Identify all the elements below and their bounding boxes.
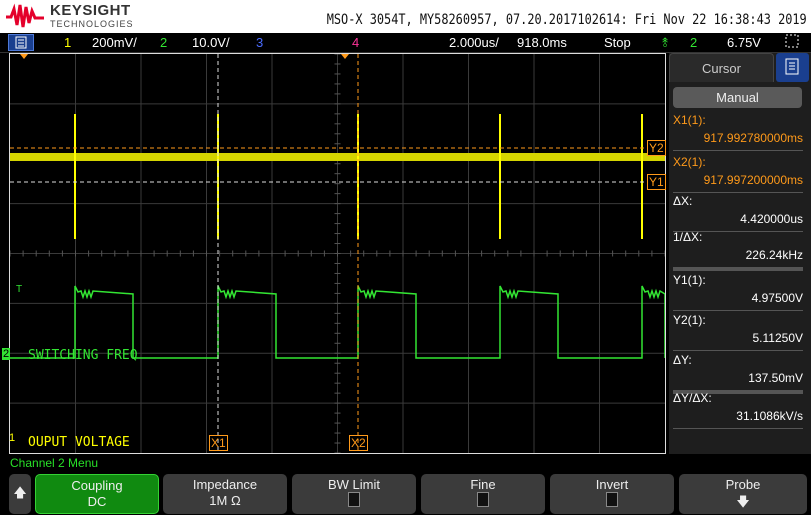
ch3-number[interactable]: 3 [256,35,263,50]
cursor-readout: X2(1): 917.997200000ms [673,155,803,193]
fine-checkbox[interactable] [477,492,489,507]
brand-sub: TECHNOLOGIES [50,19,134,29]
menu-icon [15,36,27,49]
y2-cursor-label[interactable]: Y2 [647,140,666,156]
status-bar: 1 200mV/ 2 10.0V/ 3 4 2.000us/ 918.0ms S… [0,33,811,53]
coupling-label: Coupling [71,478,123,493]
ch1-label: OUPUT VOLTAGE [28,435,130,450]
readout-value: 917.992780000ms [703,131,803,145]
tab-cursor-label: Cursor [701,61,741,76]
header: KEYSIGHT TECHNOLOGIES MSO-X 3054T, MY582… [0,0,811,33]
keysight-logo-icon [6,3,44,28]
cursor-readout: X1(1): 917.992780000ms [673,113,803,151]
trigger-source[interactable]: 2 [690,35,697,50]
readout-label: ΔY: [673,353,692,367]
fine-label: Fine [470,477,496,492]
trigger-level[interactable]: 6.75V [727,35,761,50]
readout-value: 4.97500V [751,291,803,305]
ch2-number[interactable]: 2 [160,35,167,50]
probe-label: Probe [725,477,761,492]
coupling-value: DC [87,494,107,509]
trigger-edge-icon: ⥉ [662,35,669,50]
menu-icon [785,58,799,75]
cursor-readout: 1/ΔX: 226.24kHz [673,230,803,271]
readout-value: 31.1086kV/s [736,409,803,423]
x2-cursor-label[interactable]: X2 [349,435,368,451]
delay[interactable]: 918.0ms [517,35,567,50]
readout-value: 4.420000us [740,212,803,226]
run-state[interactable]: Stop [604,35,631,50]
ch2-label: SWITCHING FREQ [28,348,138,363]
trigger-position-marker [20,54,28,59]
fine-softkey[interactable]: Fine [421,474,545,514]
impedance-label: Impedance [192,477,258,492]
probe-softkey[interactable]: Probe 🡇 [679,474,807,514]
cursor-readout: ΔY/ΔX: 31.1086kV/s [673,391,803,429]
time-reference-marker [341,54,349,59]
impedance-softkey[interactable]: Impedance 1M Ω [163,474,287,514]
coupling-softkey[interactable]: Coupling DC [35,474,159,514]
ch4-number[interactable]: 4 [352,35,359,50]
zoom-box-icon[interactable] [785,34,801,53]
cursor-readout: Y1(1): 4.97500V [673,273,803,311]
timebase[interactable]: 2.000us/ [449,35,499,50]
cursor-readout: ΔY: 137.50mV [673,353,803,394]
ch1-ground-marker[interactable]: 1 [9,432,15,444]
readout-label: Y1(1): [673,273,706,287]
x1-cursor-label[interactable]: X1 [209,435,228,451]
tab-cursor[interactable]: Cursor [669,53,774,82]
cursor-readout: ΔX: 4.420000us [673,194,803,232]
trigger-level-marker[interactable]: T [16,284,22,295]
readout-label: 1/ΔX: [673,230,703,244]
bw-limit-label: BW Limit [328,477,380,492]
invert-label: Invert [595,477,629,492]
readout-value: 5.11250V [752,331,804,345]
bw-limit-softkey[interactable]: BW Limit [292,474,416,514]
menu-title: Channel 2 Menu [10,456,99,470]
readout-label: ΔX: [673,194,693,208]
readout-label: X2(1): [673,155,706,169]
invert-softkey[interactable]: Invert [550,474,674,514]
ch1-trace [10,153,665,161]
panel-menu-button[interactable] [776,53,809,82]
arrow-down-icon: 🡇 [736,494,750,509]
waveform-display[interactable]: SWITCHING FREQ OUPUT VOLTAGE X1 X2 Y2 Y1… [2,53,666,454]
arrow-up-icon: 🡅 [13,485,27,500]
cursor-readout: Y2(1): 5.11250V [673,313,803,351]
impedance-value: 1M Ω [209,493,241,508]
ch1-number[interactable]: 1 [64,35,71,50]
readout-value: 137.50mV [748,371,803,385]
instrument-id: MSO-X 3054T, MY58260957, 07.20.201710261… [326,12,807,28]
readout-label: Y2(1): [673,313,706,327]
menu-up-button[interactable]: 🡅 [9,474,31,514]
readout-label: ΔY/ΔX: [673,391,712,405]
waveform-svg [9,53,666,454]
ch1-scale[interactable]: 200mV/ [92,35,137,50]
cursor-panel: Cursor Manual X1(1): 917.992780000ms X2(1)… [669,53,811,454]
readout-value: 226.24kHz [745,248,803,262]
ch2-scale[interactable]: 10.0V/ [192,35,230,50]
cursor-mode-button[interactable]: Manual [673,87,802,108]
readout-label: X1(1): [673,113,706,127]
brand: KEYSIGHT [50,2,131,19]
ch2-ground-marker[interactable]: 2 [2,348,11,360]
y1-cursor-label[interactable]: Y1 [647,174,666,190]
main-menu-button[interactable] [8,34,34,51]
invert-checkbox[interactable] [606,492,618,507]
readout-value: 917.997200000ms [703,173,803,187]
bw-limit-checkbox[interactable] [348,492,360,507]
